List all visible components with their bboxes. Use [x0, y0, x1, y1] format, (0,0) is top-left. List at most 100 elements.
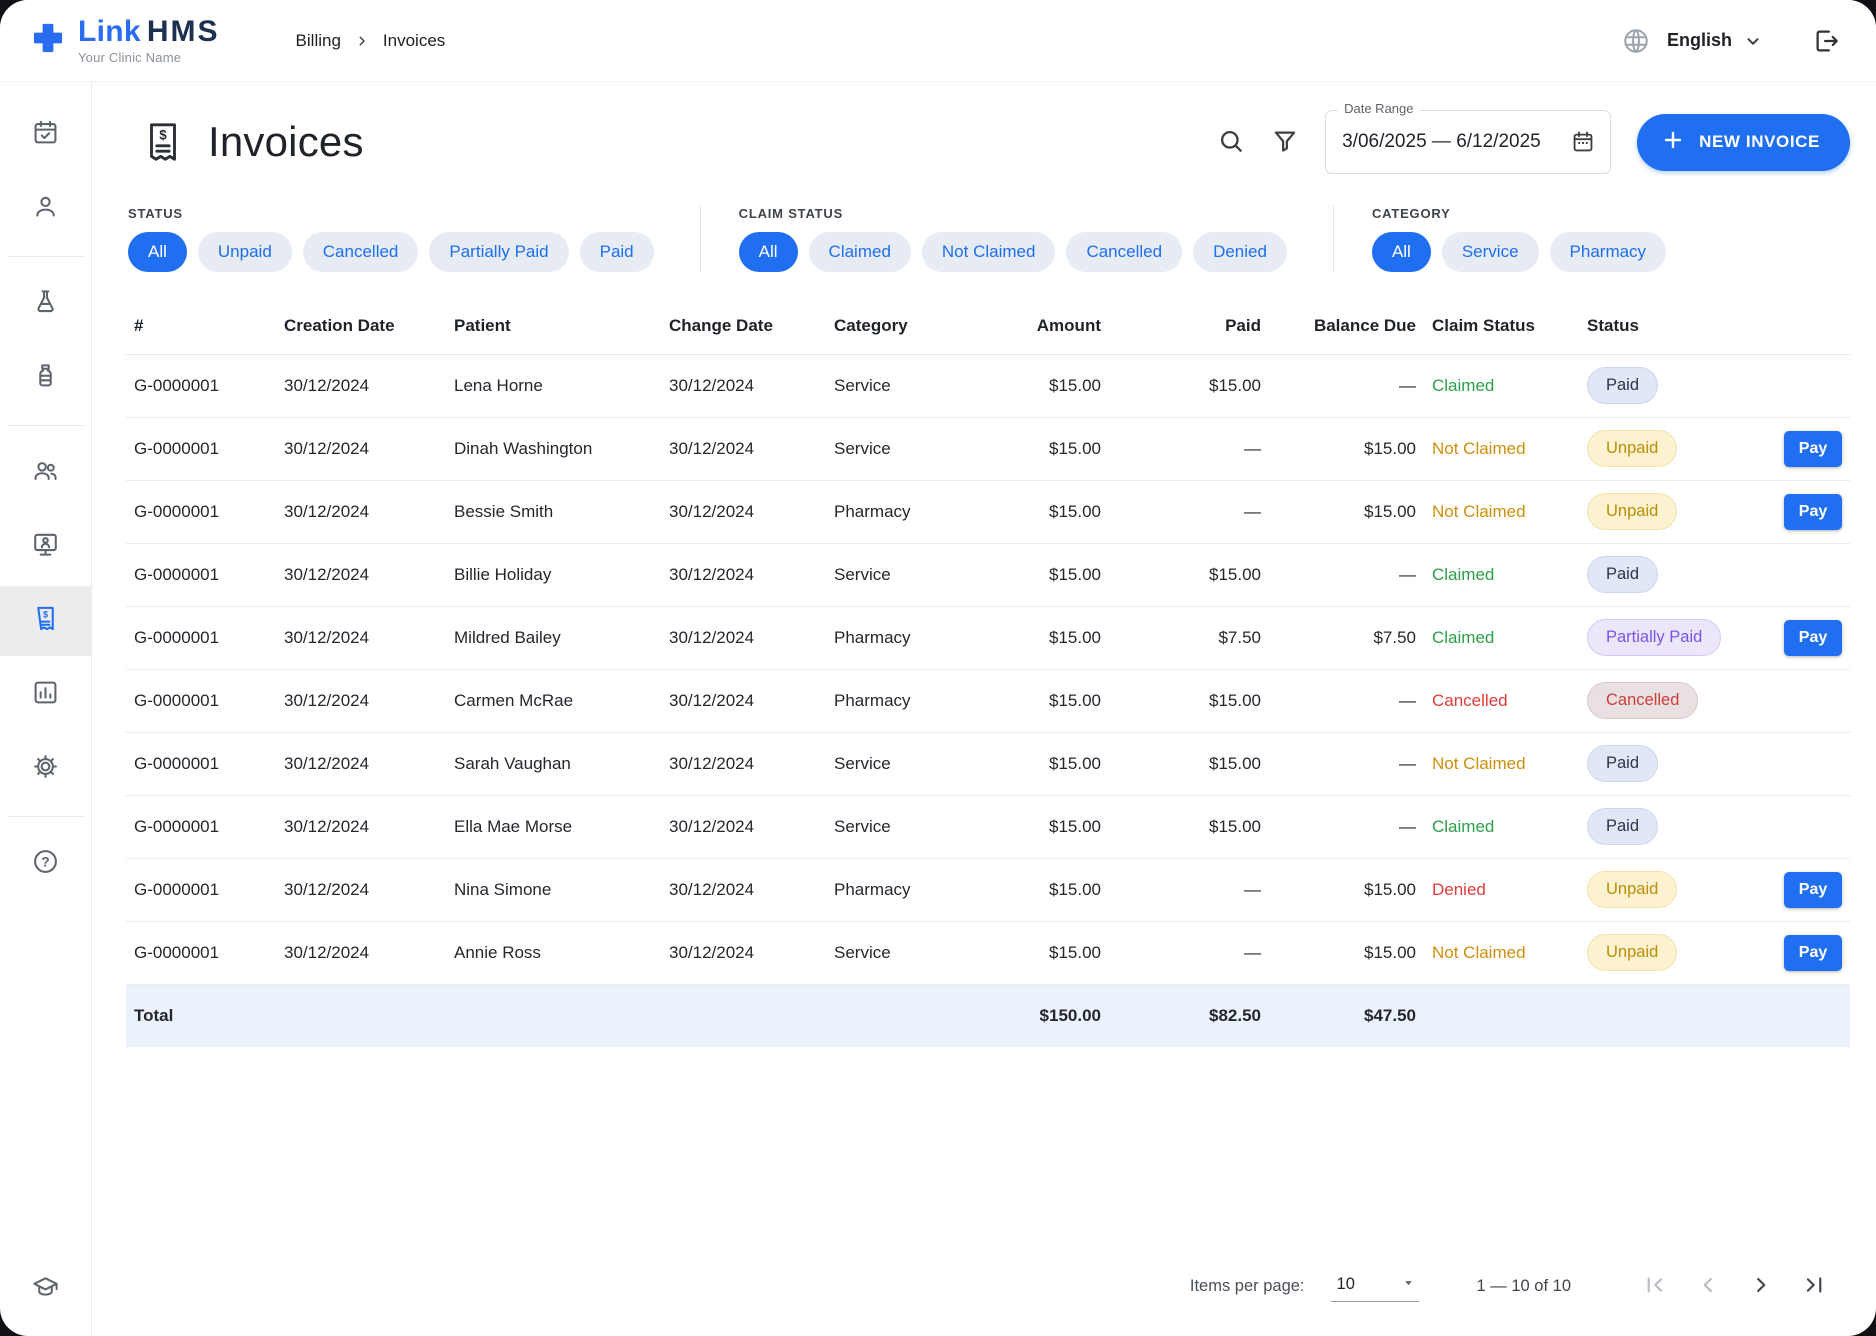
claim-status-text: Cancelled	[1432, 691, 1508, 710]
language-selector[interactable]: English	[1651, 30, 1764, 52]
previous-page-button[interactable]	[1688, 1266, 1728, 1306]
language-label: English	[1667, 30, 1732, 51]
sidebar-divider	[8, 256, 84, 257]
cell-category: Service	[826, 417, 994, 480]
status-badge: Unpaid	[1587, 493, 1677, 530]
cell-status: Paid	[1579, 795, 1759, 858]
cell-status: Paid	[1579, 732, 1759, 795]
items-per-page-select[interactable]: 10	[1331, 1270, 1419, 1302]
pay-button[interactable]: Pay	[1784, 872, 1842, 908]
breadcrumb-item-billing[interactable]: Billing	[296, 31, 341, 51]
sidebar-item-learning[interactable]	[0, 1254, 92, 1324]
cell-amount: $15.00	[994, 669, 1109, 732]
search-button[interactable]	[1217, 127, 1245, 158]
sidebar-item-staff[interactable]	[0, 438, 92, 508]
cell-creation-date: 30/12/2024	[276, 354, 446, 417]
filter-chip-service[interactable]: Service	[1442, 232, 1539, 272]
logout-icon[interactable]	[1812, 26, 1842, 56]
cell-amount: $15.00	[994, 543, 1109, 606]
flask-icon	[31, 287, 60, 321]
table-row[interactable]: G-0000001 30/12/2024 Nina Simone 30/12/2…	[126, 858, 1850, 921]
last-page-button[interactable]	[1794, 1266, 1834, 1306]
filter-chip-denied[interactable]: Denied	[1193, 232, 1287, 272]
claim-status-text: Denied	[1432, 880, 1486, 899]
cell-creation-date: 30/12/2024	[276, 417, 446, 480]
cell-amount: $15.00	[994, 921, 1109, 984]
sidebar-item-patients[interactable]	[0, 174, 92, 244]
cell-invoice-id: G-0000001	[126, 669, 276, 732]
breadcrumb-item-invoices[interactable]: Invoices	[383, 31, 445, 51]
col-header-amount: Amount	[994, 298, 1109, 354]
cell-creation-date: 30/12/2024	[276, 921, 446, 984]
pay-button[interactable]: Pay	[1784, 431, 1842, 467]
pay-button[interactable]: Pay	[1784, 494, 1842, 530]
filter-chip-unpaid[interactable]: Unpaid	[198, 232, 292, 272]
first-page-button[interactable]	[1635, 1266, 1675, 1306]
table-row[interactable]: G-0000001 30/12/2024 Dinah Washington 30…	[126, 417, 1850, 480]
cell-status: Unpaid	[1579, 417, 1759, 480]
sidebar-item-settings[interactable]	[0, 734, 92, 804]
cell-claim-status: Not Claimed	[1424, 732, 1579, 795]
cell-status: Paid	[1579, 543, 1759, 606]
sidebar-item-billing[interactable]: $	[0, 586, 92, 656]
cell-patient: Carmen McRae	[446, 669, 661, 732]
table-row[interactable]: G-0000001 30/12/2024 Mildred Bailey 30/1…	[126, 606, 1850, 669]
cell-category: Service	[826, 921, 994, 984]
sidebar-item-reports[interactable]	[0, 660, 92, 730]
table-row[interactable]: G-0000001 30/12/2024 Billie Holiday 30/1…	[126, 543, 1850, 606]
chart-icon	[31, 678, 60, 712]
sidebar-item-lab[interactable]	[0, 269, 92, 339]
people-icon	[31, 456, 60, 490]
filter-chip-pharmacy[interactable]: Pharmacy	[1550, 232, 1667, 272]
body-row: $ ? $ Invoices	[0, 82, 1876, 1336]
sidebar-item-help[interactable]: ?	[0, 829, 92, 899]
breadcrumb: Billing Invoices	[296, 31, 446, 51]
sidebar-item-appointments[interactable]	[0, 100, 92, 170]
invoices-table: # Creation Date Patient Change Date Cate…	[126, 298, 1850, 1047]
filter-group-category: CATEGORY AllServicePharmacy	[1372, 206, 1712, 272]
cell-patient: Lena Horne	[446, 354, 661, 417]
pay-button[interactable]: Pay	[1784, 620, 1842, 656]
table-row[interactable]: G-0000001 30/12/2024 Ella Mae Morse 30/1…	[126, 795, 1850, 858]
total-amount: $150.00	[994, 984, 1109, 1047]
date-range-field[interactable]: Date Range 3/06/2025 — 6/12/2025	[1325, 110, 1611, 174]
cell-category: Pharmacy	[826, 858, 994, 921]
cell-balance-due: $15.00	[1269, 921, 1424, 984]
col-header-status: Status	[1579, 298, 1759, 354]
cell-creation-date: 30/12/2024	[276, 669, 446, 732]
filter-chip-all[interactable]: All	[128, 232, 187, 272]
claim-status-text: Not Claimed	[1432, 943, 1526, 962]
table-row[interactable]: G-0000001 30/12/2024 Bessie Smith 30/12/…	[126, 480, 1850, 543]
cell-invoice-id: G-0000001	[126, 921, 276, 984]
invoice-table-body: G-0000001 30/12/2024 Lena Horne 30/12/20…	[126, 354, 1850, 984]
table-row[interactable]: G-0000001 30/12/2024 Annie Ross 30/12/20…	[126, 921, 1850, 984]
next-page-button[interactable]	[1741, 1266, 1781, 1306]
chevron-right-icon	[1748, 1272, 1774, 1301]
cell-paid: —	[1109, 480, 1269, 543]
filter-chip-all[interactable]: All	[739, 232, 798, 272]
cell-patient: Nina Simone	[446, 858, 661, 921]
dropdown-arrow-icon	[1402, 1275, 1415, 1294]
cell-pay: Pay	[1759, 543, 1850, 606]
cell-claim-status: Claimed	[1424, 543, 1579, 606]
col-header-paid: Paid	[1109, 298, 1269, 354]
filter-button[interactable]	[1271, 127, 1299, 158]
brand-logo[interactable]: LinkHMS Your Clinic Name	[30, 17, 220, 64]
filter-chip-not-claimed[interactable]: Not Claimed	[922, 232, 1056, 272]
filter-chip-paid[interactable]: Paid	[580, 232, 654, 272]
table-row[interactable]: G-0000001 30/12/2024 Carmen McRae 30/12/…	[126, 669, 1850, 732]
filter-chip-all[interactable]: All	[1372, 232, 1431, 272]
filter-chip-claimed[interactable]: Claimed	[809, 232, 911, 272]
cell-creation-date: 30/12/2024	[276, 606, 446, 669]
table-row[interactable]: G-0000001 30/12/2024 Lena Horne 30/12/20…	[126, 354, 1850, 417]
cell-amount: $15.00	[994, 795, 1109, 858]
new-invoice-button[interactable]: NEW INVOICE	[1637, 114, 1850, 171]
filter-chip-partially-paid[interactable]: Partially Paid	[429, 232, 568, 272]
sidebar-item-telehealth[interactable]	[0, 512, 92, 582]
filter-chip-cancelled[interactable]: Cancelled	[303, 232, 419, 272]
cell-status: Unpaid	[1579, 921, 1759, 984]
pay-button[interactable]: Pay	[1784, 935, 1842, 971]
table-row[interactable]: G-0000001 30/12/2024 Sarah Vaughan 30/12…	[126, 732, 1850, 795]
filter-chip-cancelled[interactable]: Cancelled	[1066, 232, 1182, 272]
sidebar-item-pharmacy[interactable]	[0, 343, 92, 413]
